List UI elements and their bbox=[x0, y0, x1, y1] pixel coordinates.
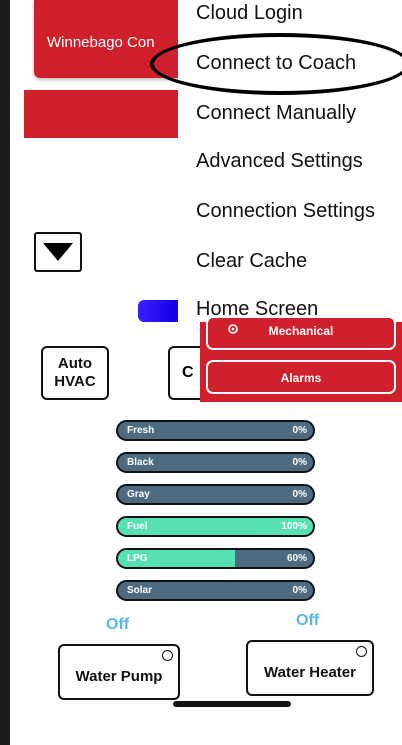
tank-label: Black bbox=[127, 457, 154, 468]
tank-label: Gray bbox=[127, 489, 150, 500]
power-indicator-icon bbox=[162, 650, 173, 661]
partially-hidden-button-label: C bbox=[182, 364, 194, 381]
auto-hvac-line1: Auto bbox=[57, 355, 93, 372]
tank-percent: 0% bbox=[292, 489, 307, 500]
tank-label: Fuel bbox=[127, 521, 148, 532]
auto-hvac-line2: HVAC bbox=[54, 373, 96, 390]
menu-item-advanced-settings[interactable]: Advanced Settings bbox=[196, 150, 363, 173]
side-panel: Mechanical Alarms bbox=[200, 316, 402, 402]
water-heater-button[interactable]: Water Heater bbox=[246, 640, 374, 696]
tank-percent: 0% bbox=[292, 425, 307, 436]
triangle-down-icon bbox=[43, 243, 73, 261]
auto-hvac-button[interactable]: Auto HVAC bbox=[41, 346, 109, 400]
header-title: Winnebago Con bbox=[47, 34, 155, 51]
highlight-ellipse-annotation bbox=[150, 33, 402, 95]
tank-bar-black: Black 0% bbox=[116, 452, 315, 473]
tank-bar-solar: Solar 0% bbox=[116, 580, 315, 601]
water-pump-label: Water Pump bbox=[75, 668, 163, 685]
alarms-button[interactable]: Alarms bbox=[206, 360, 396, 394]
tank-label: LPG bbox=[127, 553, 148, 564]
tank-bar-fuel: Fuel 100% bbox=[116, 516, 315, 537]
mechanical-label: Mechanical bbox=[268, 324, 334, 338]
tank-label: Solar bbox=[127, 585, 153, 596]
tank-bar-fresh: Fresh 0% bbox=[116, 420, 315, 441]
tank-bar-lpg: LPG 60% bbox=[116, 548, 315, 569]
tank-percent: 0% bbox=[292, 585, 307, 596]
tank-bar-gray: Gray 0% bbox=[116, 484, 315, 505]
water-pump-status: Off bbox=[106, 616, 130, 633]
alarms-label: Alarms bbox=[280, 371, 322, 385]
expand-button[interactable] bbox=[34, 232, 82, 272]
tank-levels: Fresh 0% Black 0% Gray 0% Fuel 100% LPG … bbox=[116, 420, 316, 612]
water-heater-label: Water Heater bbox=[264, 664, 356, 681]
water-heater-status: Off bbox=[296, 612, 320, 629]
tank-percent: 100% bbox=[281, 521, 307, 532]
mechanical-button[interactable]: Mechanical bbox=[206, 316, 396, 350]
menu-item-cloud-login[interactable]: Cloud Login bbox=[196, 2, 303, 25]
tank-percent: 60% bbox=[286, 553, 307, 564]
water-pump-button[interactable]: Water Pump bbox=[58, 644, 180, 700]
menu-item-connection-settings[interactable]: Connection Settings bbox=[196, 200, 375, 223]
home-indicator[interactable] bbox=[173, 701, 291, 707]
power-indicator-icon bbox=[356, 646, 367, 657]
menu-item-connect-manually[interactable]: Connect Manually bbox=[196, 102, 356, 125]
menu-item-clear-cache[interactable]: Clear Cache bbox=[196, 250, 307, 273]
tank-percent: 0% bbox=[292, 457, 307, 468]
device-bezel-edge bbox=[0, 0, 10, 745]
tank-label: Fresh bbox=[127, 425, 155, 436]
